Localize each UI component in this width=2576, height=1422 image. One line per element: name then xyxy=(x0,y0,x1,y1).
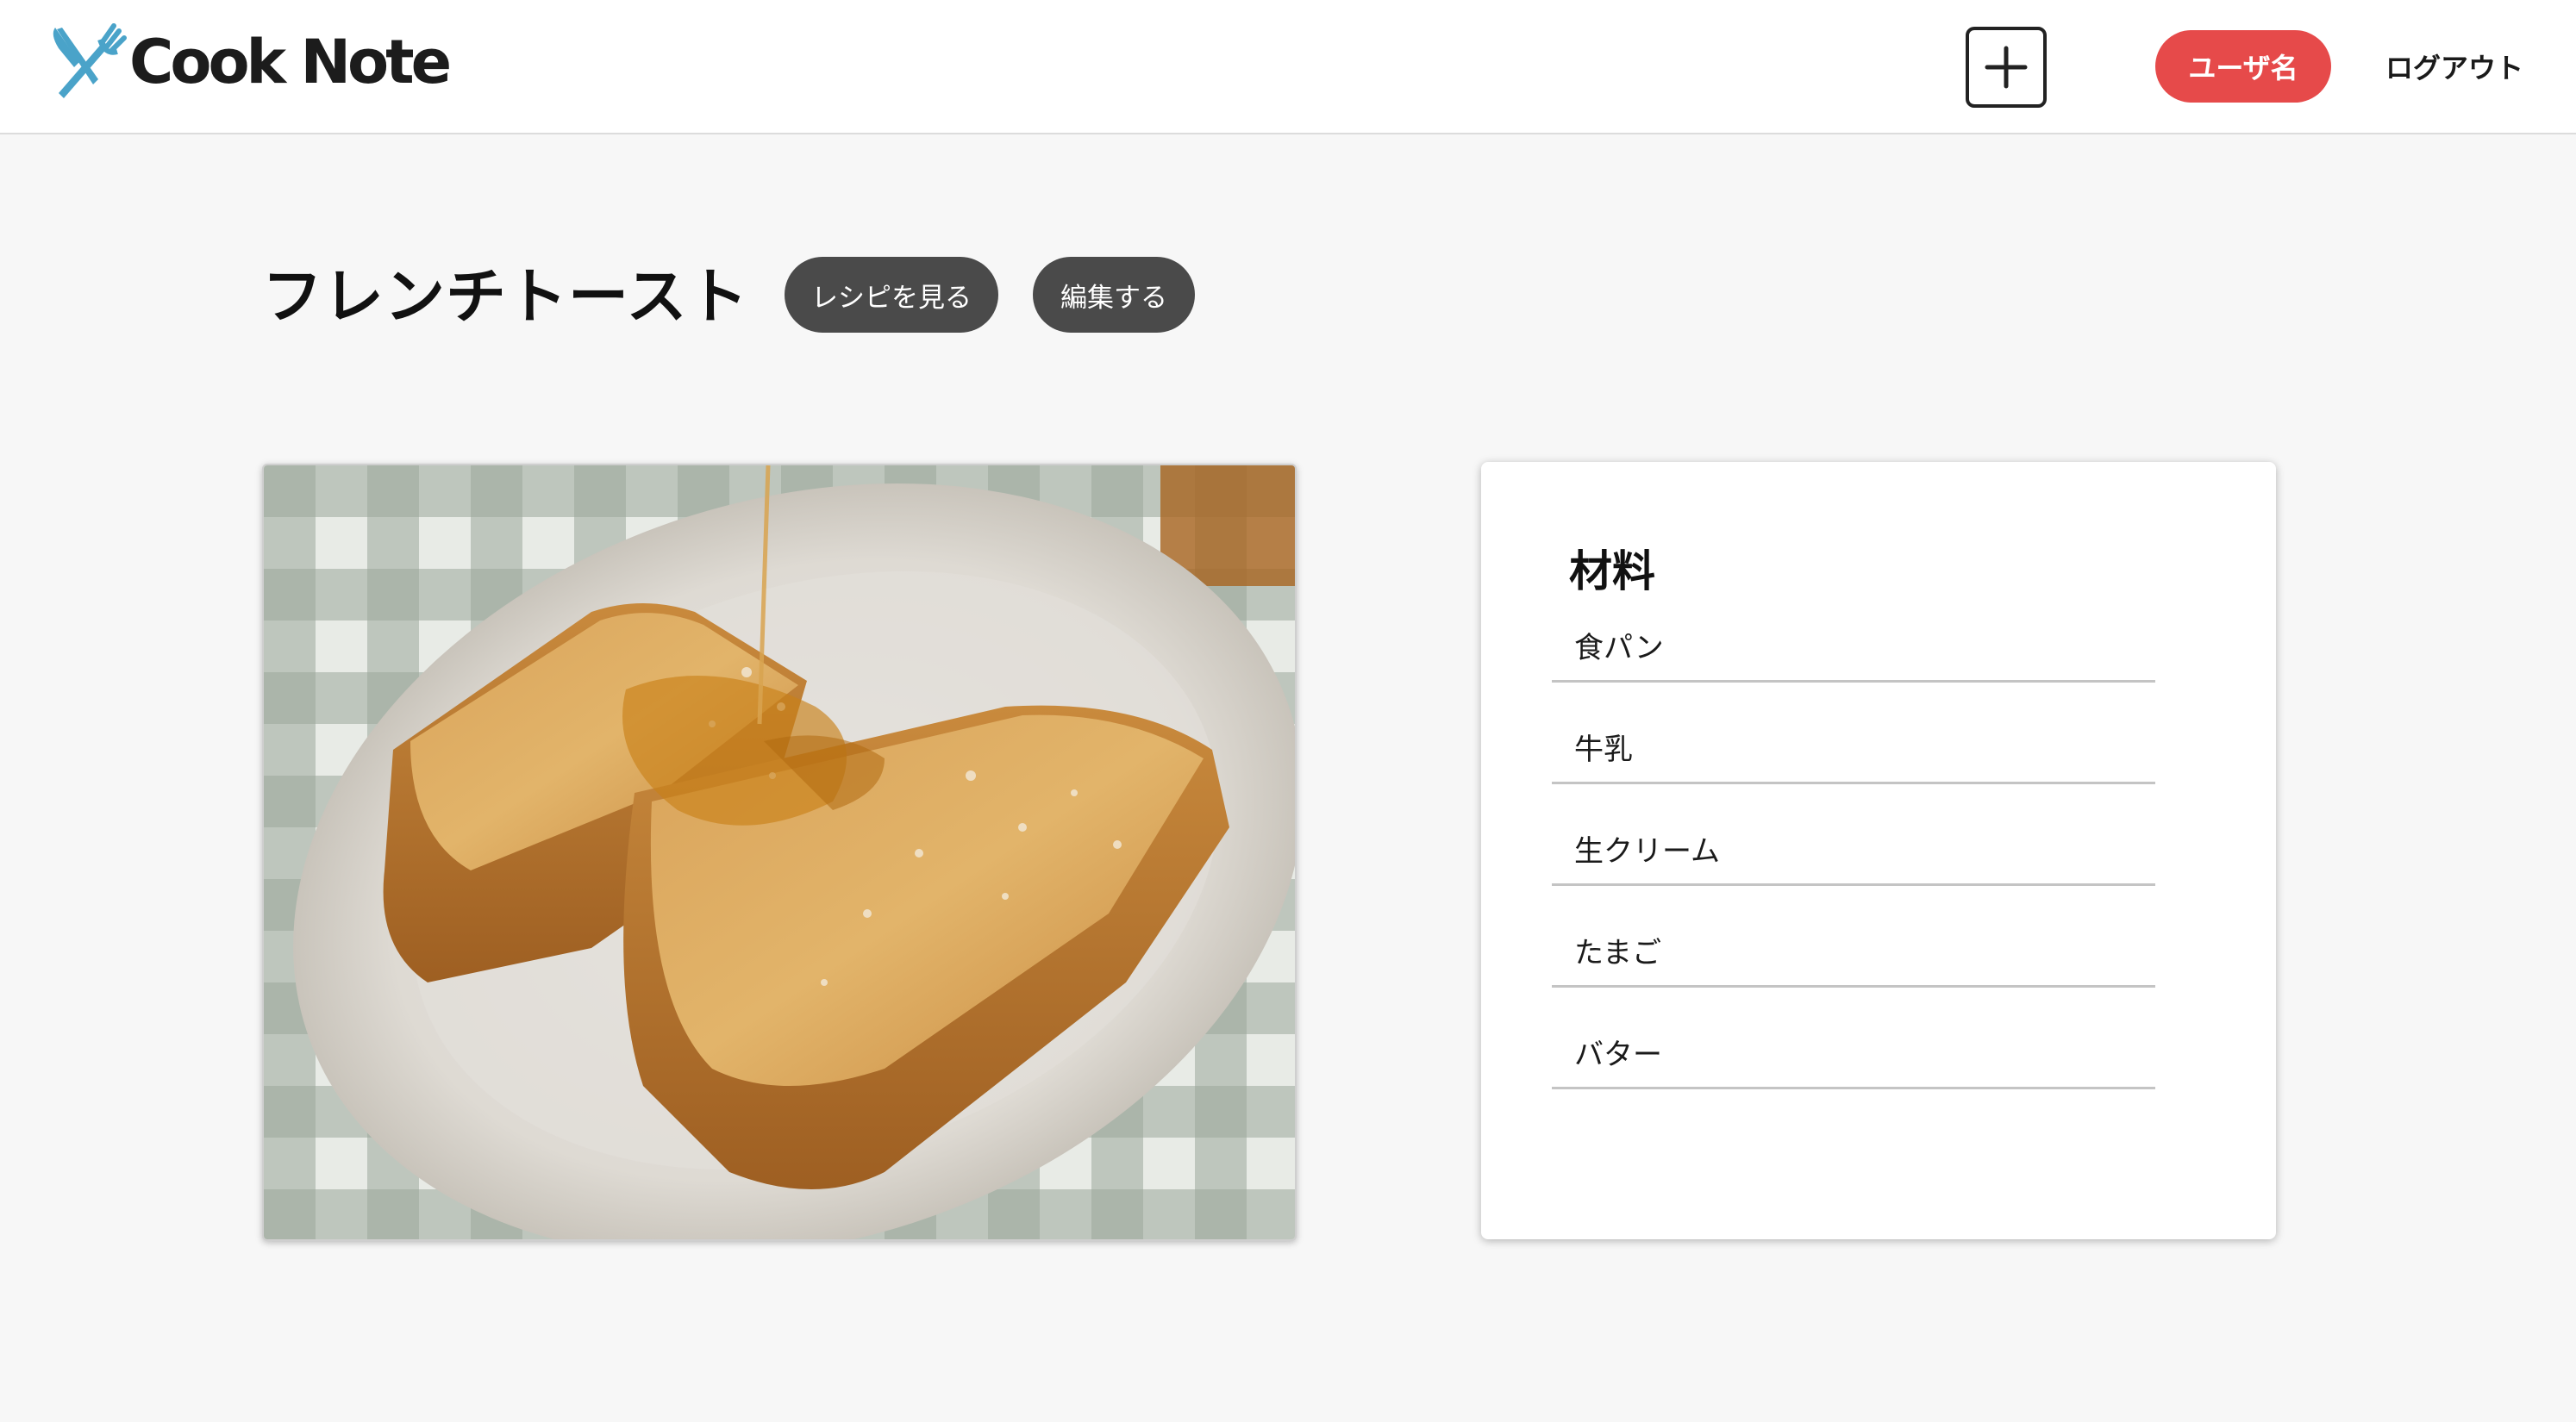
ingredient-item: 生クリーム xyxy=(1552,788,2155,886)
top-navbar: Cook Note ユーザ名 ログアウト xyxy=(0,0,2576,134)
plus-icon xyxy=(1985,46,2028,89)
ingredient-list: 食パン 牛乳 生クリーム たまご バター xyxy=(1552,622,2155,1093)
edit-button[interactable]: 編集する xyxy=(1033,257,1195,333)
user-name-button[interactable]: ユーザ名 xyxy=(2155,30,2331,103)
fork-and-knife-icon xyxy=(53,23,127,98)
logo-text: Cook Note xyxy=(129,27,452,97)
ingredients-title: 材料 xyxy=(1569,546,1655,596)
french-toast-image xyxy=(264,465,1295,1239)
ingredient-item: バター xyxy=(1552,991,2155,1089)
logout-link[interactable]: ログアウト xyxy=(2364,30,2545,103)
page-title: フレンチトースト xyxy=(262,261,749,332)
add-recipe-button[interactable] xyxy=(1966,27,2047,108)
ingredients-card: 材料 食パン 牛乳 生クリーム たまご バター xyxy=(1481,462,2276,1239)
view-recipe-button[interactable]: レシピを見る xyxy=(785,257,998,333)
ingredient-item: 食パン xyxy=(1552,622,2155,683)
ingredient-item: たまご xyxy=(1552,889,2155,988)
home-logo-link[interactable]: Cook Note xyxy=(48,21,452,103)
ingredient-item: 牛乳 xyxy=(1552,686,2155,784)
recipe-photo xyxy=(262,464,1297,1241)
